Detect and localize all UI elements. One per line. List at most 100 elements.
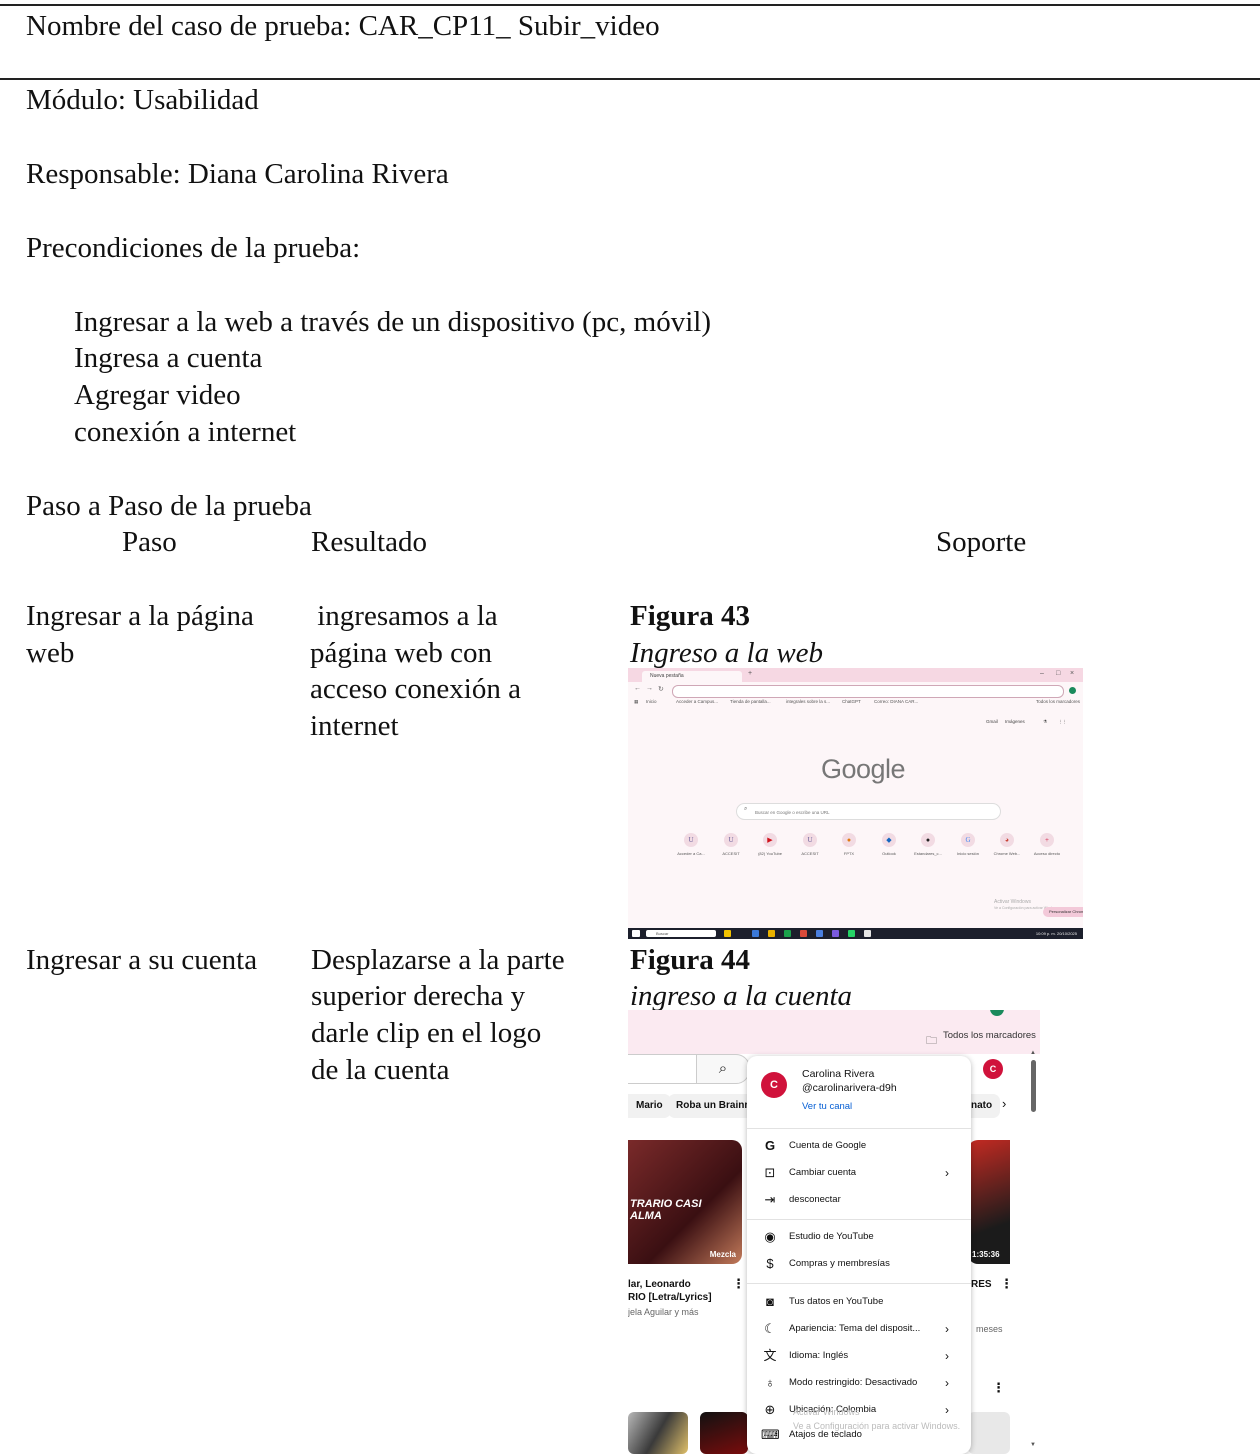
top-rule <box>0 4 1260 6</box>
taskbar-app-icon <box>816 930 823 937</box>
scrollbar <box>1031 1060 1036 1112</box>
chevron-right-icon: › <box>945 1322 949 1336</box>
column-header-step: Paso <box>122 526 177 558</box>
account-name: Carolina Rivera <box>802 1068 875 1080</box>
result-text: ingresamos a la <box>310 600 498 632</box>
shortcut-tile: U ACCESIT <box>713 833 749 856</box>
account-menu: C Carolina Rivera @carolinarivera-d9h Ve… <box>747 1056 971 1454</box>
video-title: RES <box>971 1279 992 1290</box>
shortcut-tile: + Acceso directo <box>1029 833 1065 856</box>
customize-chrome-button: Personalizar Chrome <box>1043 907 1083 917</box>
avatar: C <box>983 1059 1003 1079</box>
shortcut-tile: ● Estandares_c... <box>910 833 946 856</box>
studio-icon: ◉ <box>764 1229 776 1244</box>
browser-tab-bar: Nueva pestaña + – □ × <box>628 668 1083 682</box>
avatar: C <box>761 1072 787 1098</box>
minimize-icon: – <box>1040 670 1044 677</box>
column-header-result: Resultado <box>311 526 427 558</box>
shortcut-tile: G Inicio sesión <box>950 833 986 856</box>
browser-tab: Nueva pestaña <box>642 671 742 682</box>
view-channel-link[interactable]: Ver tu canal <box>802 1101 852 1112</box>
all-bookmarks: Todos los marcadores <box>943 1030 1036 1041</box>
menu-item-sign-out[interactable]: ⇥ desconectar <box>747 1187 971 1213</box>
video-meta: meses <box>976 1324 1003 1334</box>
google-logo: Google <box>821 754 906 784</box>
windows-start-icon <box>632 930 640 937</box>
chevron-right-icon: › <box>1002 1096 1007 1111</box>
video-thumbnail <box>968 1412 1010 1454</box>
video-thumbnail <box>700 1412 748 1454</box>
all-bookmarks: Todos los marcadores <box>1036 699 1081 704</box>
video-thumbnail <box>628 1412 688 1454</box>
filter-chip: Mario <box>628 1094 671 1118</box>
new-tab-icon: + <box>748 670 753 677</box>
shortcut-tile: ▶ (82) YouTube <box>752 833 788 856</box>
owner-label: Responsable: Diana Carolina Rivera <box>26 158 449 190</box>
reload-icon: ↻ <box>658 686 664 693</box>
menu-item-your-data[interactable]: ◙ Tus datos en YouTube <box>747 1289 971 1315</box>
chevron-right-icon: › <box>945 1349 949 1363</box>
result-text: de la cuenta <box>311 1054 450 1086</box>
scroll-up-icon: ▲ <box>1030 1050 1036 1056</box>
result-text: darle clip en el logo <box>311 1017 542 1049</box>
bookmark-item: integrales sobre la s... <box>786 699 831 704</box>
taskbar-app-icon <box>800 930 807 937</box>
steps-title: Paso a Paso de la prueba <box>26 490 312 522</box>
taskbar-app-icon <box>724 930 731 937</box>
more-icon: ⋮ <box>992 1380 1005 1395</box>
step-text: web <box>26 637 75 669</box>
menu-item-restricted-mode[interactable]: ♁ Modo restringido: Desactivado › <box>747 1370 971 1396</box>
sign-out-icon: ⇥ <box>764 1192 776 1207</box>
precondition-item: Ingresa a cuenta <box>74 342 263 374</box>
step-text: Ingresar a la página <box>26 600 254 632</box>
taskbar-search: Buscar <box>646 930 716 937</box>
scroll-down-icon: ▼ <box>1030 1442 1036 1448</box>
menu-item-language[interactable]: 文 Idioma: Inglés › <box>747 1343 971 1369</box>
screenshot-youtube-account-menu: 🗀 Todos los marcadores ⌕ Mario Roba un B… <box>628 1010 1040 1454</box>
gmail-link: Gmail <box>986 719 998 724</box>
images-link: Imágenes <box>1005 719 1025 724</box>
profile-avatar <box>1069 687 1076 694</box>
taskbar-app-icon <box>848 930 855 937</box>
bookmark-item: Inicio <box>646 699 657 704</box>
bookmark-item: ChatGPT <box>842 699 861 704</box>
maximize-icon: □ <box>1056 670 1061 677</box>
menu-item-appearance[interactable]: ☾ Apariencia: Tema del disposit... › <box>747 1316 971 1342</box>
your-data-icon: ◙ <box>766 1294 774 1309</box>
folder-icon: 🗀 <box>926 1035 937 1047</box>
language-icon: 文 <box>763 1348 777 1363</box>
preconditions-title: Precondiciones de la prueba: <box>26 232 361 264</box>
chevron-right-icon: › <box>945 1376 949 1390</box>
search-icon: ⌕ <box>696 1054 750 1084</box>
address-bar <box>672 685 1064 698</box>
switch-account-icon: ⊡ <box>764 1165 776 1180</box>
menu-divider <box>747 1283 971 1284</box>
video-channel: jela Aguilar y más <box>628 1307 699 1317</box>
menu-item-youtube-studio[interactable]: ◉ Estudio de YouTube <box>747 1224 971 1250</box>
more-icon: ⋮ <box>1000 1276 1013 1291</box>
menu-item-switch-account[interactable]: ⊡ Cambiar cuenta › <box>747 1160 971 1186</box>
module-label: Módulo: Usabilidad <box>26 84 259 116</box>
purchases-icon: $ <box>766 1256 774 1271</box>
windows-taskbar: Buscar 10:09 p. m. 20/10/2025 <box>628 928 1083 939</box>
menu-item-google-account[interactable]: G Cuenta de Google <box>747 1133 971 1159</box>
result-text: página web con <box>310 637 492 669</box>
shortcut-tile: ◕ Chrome Web... <box>989 833 1025 856</box>
apps-grid-icon: ⋮⋮ <box>1058 719 1067 724</box>
test-case-name: Nombre del caso de prueba: CAR_CP11_ Sub… <box>26 10 660 42</box>
menu-item-purchases[interactable]: $ Compras y membresías <box>747 1251 971 1277</box>
precondition-item: Ingresar a la web a través de un disposi… <box>74 306 712 338</box>
close-icon: × <box>1070 670 1075 677</box>
search-icon: ⌕ <box>744 806 748 812</box>
result-text: superior derecha y <box>311 980 526 1012</box>
account-handle: @carolinarivera-d9h <box>802 1082 897 1094</box>
header-rule <box>0 78 1260 80</box>
taskbar-app-icon <box>752 930 759 937</box>
google-icon: G <box>764 1138 776 1153</box>
shortcut-tile: ◆ Outlook <box>871 833 907 856</box>
appearance-icon: ☾ <box>764 1321 776 1336</box>
shortcut-tile: ● FPTX <box>831 833 867 856</box>
taskbar-app-icon <box>784 930 791 937</box>
video-title: lar, Leonardo <box>628 1279 691 1290</box>
chevron-right-icon: › <box>945 1166 949 1180</box>
